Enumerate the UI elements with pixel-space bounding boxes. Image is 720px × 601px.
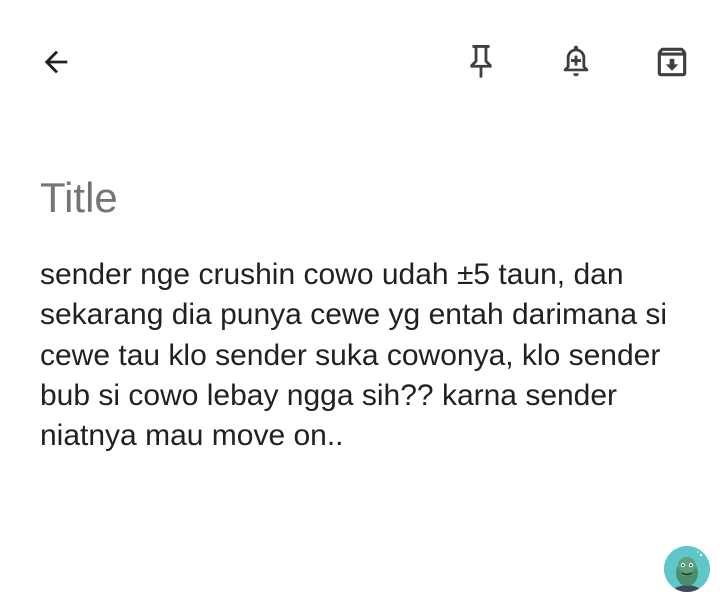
arrow-left-icon: [44, 50, 68, 74]
pin-button[interactable]: [455, 36, 507, 88]
reminder-button[interactable]: [550, 36, 602, 88]
archive-button[interactable]: [646, 36, 698, 88]
avatar[interactable]: [664, 546, 710, 592]
note-body-text[interactable]: sender nge crushin cowo udah ±5 taun, da…: [40, 255, 685, 456]
note-toolbar: [0, 0, 720, 120]
note-editor-screen: sender nge crushin cowo udah ±5 taun, da…: [0, 0, 720, 601]
archive-icon: [657, 47, 687, 77]
note-title-input[interactable]: [40, 172, 680, 224]
bell-plus-icon: [563, 45, 589, 77]
cartoon-avatar-icon: [664, 546, 710, 592]
pin-icon: [470, 45, 492, 78]
back-button[interactable]: [30, 36, 82, 88]
